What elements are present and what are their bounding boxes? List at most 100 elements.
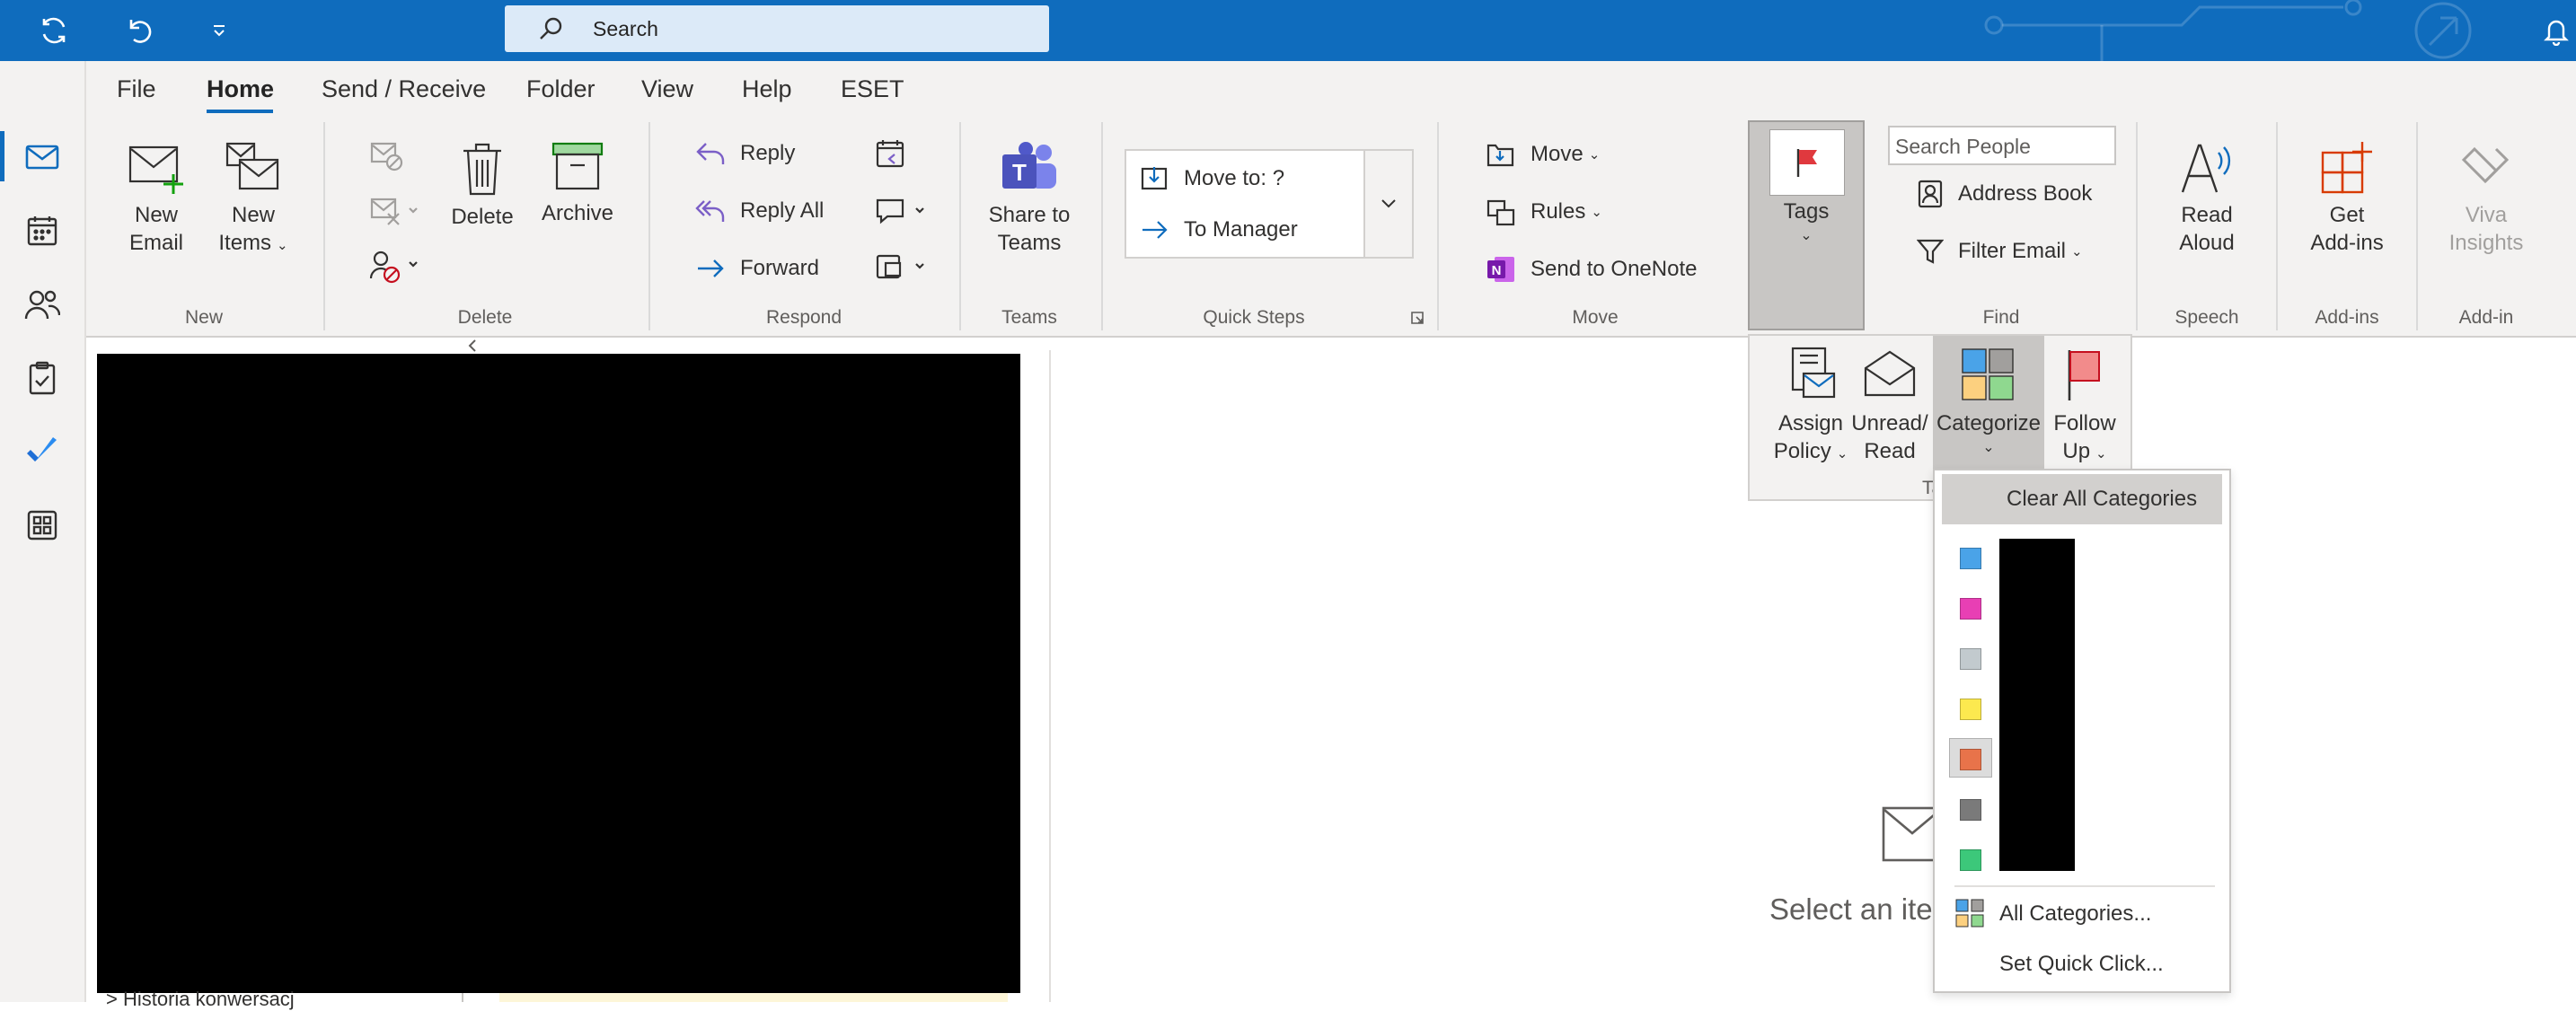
rules-button[interactable]: Rules ⌄ — [1486, 198, 1602, 226]
undo-icon[interactable] — [115, 7, 162, 54]
pane-divider[interactable] — [1049, 350, 1051, 1002]
viva-insights-label-1: Viva — [2465, 203, 2508, 227]
category-color-swatch[interactable] — [1960, 799, 1981, 821]
quick-steps-gallery: Move to: ? To Manager — [1125, 149, 1365, 259]
group-separator — [1101, 122, 1103, 330]
group-label-move: Move — [1572, 307, 1619, 328]
quick-steps-expand-button[interactable] — [1363, 149, 1414, 259]
viva-insights-button[interactable]: Viva Insights — [2439, 140, 2533, 257]
read-aloud-label-2: Aloud — [2179, 231, 2235, 255]
category-color-swatch[interactable] — [1960, 598, 1981, 620]
reply-all-button[interactable]: Reply All — [695, 198, 824, 224]
reply-button[interactable]: Reply — [695, 140, 795, 167]
category-color-swatch[interactable] — [1960, 648, 1981, 670]
follow-up-button[interactable]: Follow Up ⌄ — [2044, 347, 2125, 468]
reply-all-label: Reply All — [740, 198, 825, 223]
forward-button[interactable]: Forward — [695, 255, 819, 282]
group-label-speech: Speech — [2175, 307, 2239, 328]
tab-home[interactable]: Home — [207, 75, 274, 103]
search-box[interactable]: Search — [505, 5, 1049, 52]
get-addins-label-1: Get — [2329, 203, 2365, 227]
new-items-label-1: New — [231, 203, 275, 227]
group-separator — [323, 122, 325, 330]
ignore-icon[interactable] — [368, 140, 404, 172]
folder-item[interactable]: > Historia konwersacj — [106, 988, 295, 1011]
tab-view[interactable]: View — [641, 75, 693, 103]
customize-quick-access-icon[interactable] — [196, 7, 243, 54]
apps-icon[interactable] — [20, 503, 65, 548]
flag-icon — [1769, 129, 1845, 196]
more-respond-icon[interactable] — [875, 251, 929, 282]
get-addins-button[interactable]: Get Add-ins — [2298, 140, 2396, 257]
category-color-swatch[interactable] — [1960, 699, 1981, 720]
tab-folder[interactable]: Folder — [526, 75, 595, 103]
title-bar-decoration — [1976, 0, 2515, 61]
redacted-category-names — [1999, 539, 2075, 871]
category-color-swatch[interactable] — [1960, 548, 1981, 569]
move-button[interactable]: Move ⌄ — [1486, 140, 1600, 169]
title-bar: Search — [0, 0, 2576, 61]
tasks-icon[interactable] — [20, 356, 65, 400]
group-label-find: Find — [1982, 307, 2020, 328]
set-quick-click-item[interactable]: Set Quick Click... — [1999, 952, 2164, 977]
categorize-label: Categorize — [1936, 411, 2042, 435]
trash-icon — [449, 140, 516, 198]
new-email-label-1: New — [134, 203, 178, 227]
search-people-placeholder: Search People — [1895, 135, 2031, 158]
notifications-bell-icon[interactable] — [2533, 7, 2576, 54]
filter-email-button[interactable]: Filter Email ⌄ — [1917, 237, 2083, 266]
im-reply-icon[interactable] — [875, 196, 929, 226]
chevron-down-icon: ⌄ — [1588, 147, 1601, 163]
tab-file[interactable]: File — [117, 75, 156, 103]
new-email-button[interactable]: New Email — [120, 140, 192, 257]
group-separator — [1437, 122, 1439, 330]
teams-icon: T — [983, 140, 1076, 196]
viva-insights-label-2: Insights — [2448, 231, 2524, 255]
group-label-quick-steps: Quick Steps — [1203, 307, 1305, 328]
follow-up-label-1: Follow — [2053, 411, 2116, 435]
chevron-down-icon: ⌄ — [2071, 244, 2083, 259]
read-aloud-button[interactable]: Read Aloud — [2161, 140, 2253, 257]
unread-read-button[interactable]: Unread/ Read — [1845, 347, 1935, 465]
new-items-button[interactable]: New Items ⌄ — [214, 140, 293, 259]
pane-divider — [462, 993, 463, 1002]
all-categories-item[interactable]: All Categories... — [1999, 901, 2151, 927]
send-to-onenote-button[interactable]: N Send to OneNote — [1486, 255, 1697, 284]
search-people-input[interactable]: Search People — [1888, 126, 2116, 165]
archive-button[interactable]: Archive — [539, 140, 616, 227]
quick-step-move-to[interactable]: Move to: ? — [1141, 165, 1284, 192]
delete-button[interactable]: Delete — [449, 140, 516, 231]
app-navigation-rail — [0, 61, 86, 1002]
tab-eset[interactable]: ESET — [841, 75, 904, 103]
address-book-label: Address Book — [1958, 181, 2093, 206]
follow-up-label-2: Up — [2062, 439, 2091, 463]
sync-icon[interactable] — [31, 7, 77, 54]
tags-button[interactable]: Tags ⌄ — [1748, 120, 1865, 330]
clear-all-categories-label: Clear All Categories — [2007, 487, 2198, 511]
tab-send-receive[interactable]: Send / Receive — [322, 75, 486, 103]
clean-up-icon[interactable] — [368, 196, 422, 228]
share-to-teams-button[interactable]: T Share to Teams — [983, 140, 1076, 257]
clear-all-categories-item[interactable]: Clear All Categories — [1942, 474, 2222, 524]
group-label-respond: Respond — [765, 307, 842, 328]
quick-step-move-to-label: Move to: ? — [1184, 166, 1285, 190]
category-color-swatch[interactable] — [1960, 749, 1981, 770]
category-color-swatch[interactable] — [1960, 849, 1981, 871]
dialog-launcher-icon[interactable] — [1410, 311, 1425, 325]
group-label-add-in: Add-in — [2458, 307, 2514, 328]
people-icon[interactable] — [20, 282, 65, 327]
meeting-reply-icon[interactable] — [875, 138, 907, 169]
quick-step-to-manager[interactable]: To Manager — [1141, 217, 1298, 242]
junk-icon[interactable] — [368, 250, 422, 286]
tab-help[interactable]: Help — [742, 75, 792, 103]
address-book-button[interactable]: Address Book — [1917, 180, 2092, 208]
forward-label: Forward — [740, 256, 820, 280]
search-placeholder: Search — [593, 17, 658, 40]
calendar-icon[interactable] — [20, 208, 65, 253]
new-items-icon — [214, 140, 293, 196]
mail-icon[interactable] — [20, 135, 65, 180]
menu-separator — [1954, 885, 2215, 887]
collapse-pane-icon[interactable] — [463, 338, 481, 354]
todo-icon[interactable] — [20, 429, 65, 474]
group-label-delete: Delete — [457, 307, 513, 328]
